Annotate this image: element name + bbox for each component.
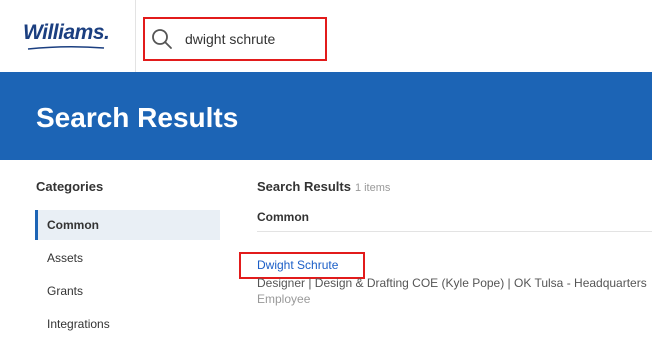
results-section-heading: Common: [257, 210, 309, 224]
page-banner: Search Results: [0, 72, 652, 160]
result-detail: Designer | Design & Drafting COE (Kyle P…: [257, 276, 647, 290]
category-item-label: Assets: [47, 251, 84, 265]
result-type: Employee: [257, 292, 311, 306]
search-input[interactable]: [185, 29, 320, 49]
page-title: Search Results: [36, 102, 239, 133]
category-item-label: Common: [47, 218, 99, 232]
results-heading: Search Results 1 items: [257, 179, 390, 194]
results-count: 1 items: [354, 182, 391, 194]
category-item-label: Grants: [47, 284, 84, 298]
result-name-link[interactable]: Dwight Schrute: [257, 258, 338, 272]
category-item-grants[interactable]: Grants: [35, 276, 220, 306]
category-item-assets[interactable]: Assets: [35, 243, 220, 273]
search-icon[interactable]: [151, 28, 173, 50]
williams-logo: Williams.: [23, 21, 110, 44]
logo-swoosh-icon: [27, 45, 105, 50]
search-box: [143, 17, 327, 61]
logo-container[interactable]: Williams.: [0, 0, 136, 72]
category-item-common[interactable]: Common: [35, 210, 220, 240]
results-heading-label: Search Results: [257, 179, 351, 194]
section-divider: [257, 231, 652, 232]
category-item-label: Integrations: [47, 317, 110, 331]
category-item-integrations[interactable]: Integrations: [35, 309, 220, 339]
top-bar: Williams.: [0, 0, 652, 73]
categories-heading: Categories: [36, 179, 104, 194]
